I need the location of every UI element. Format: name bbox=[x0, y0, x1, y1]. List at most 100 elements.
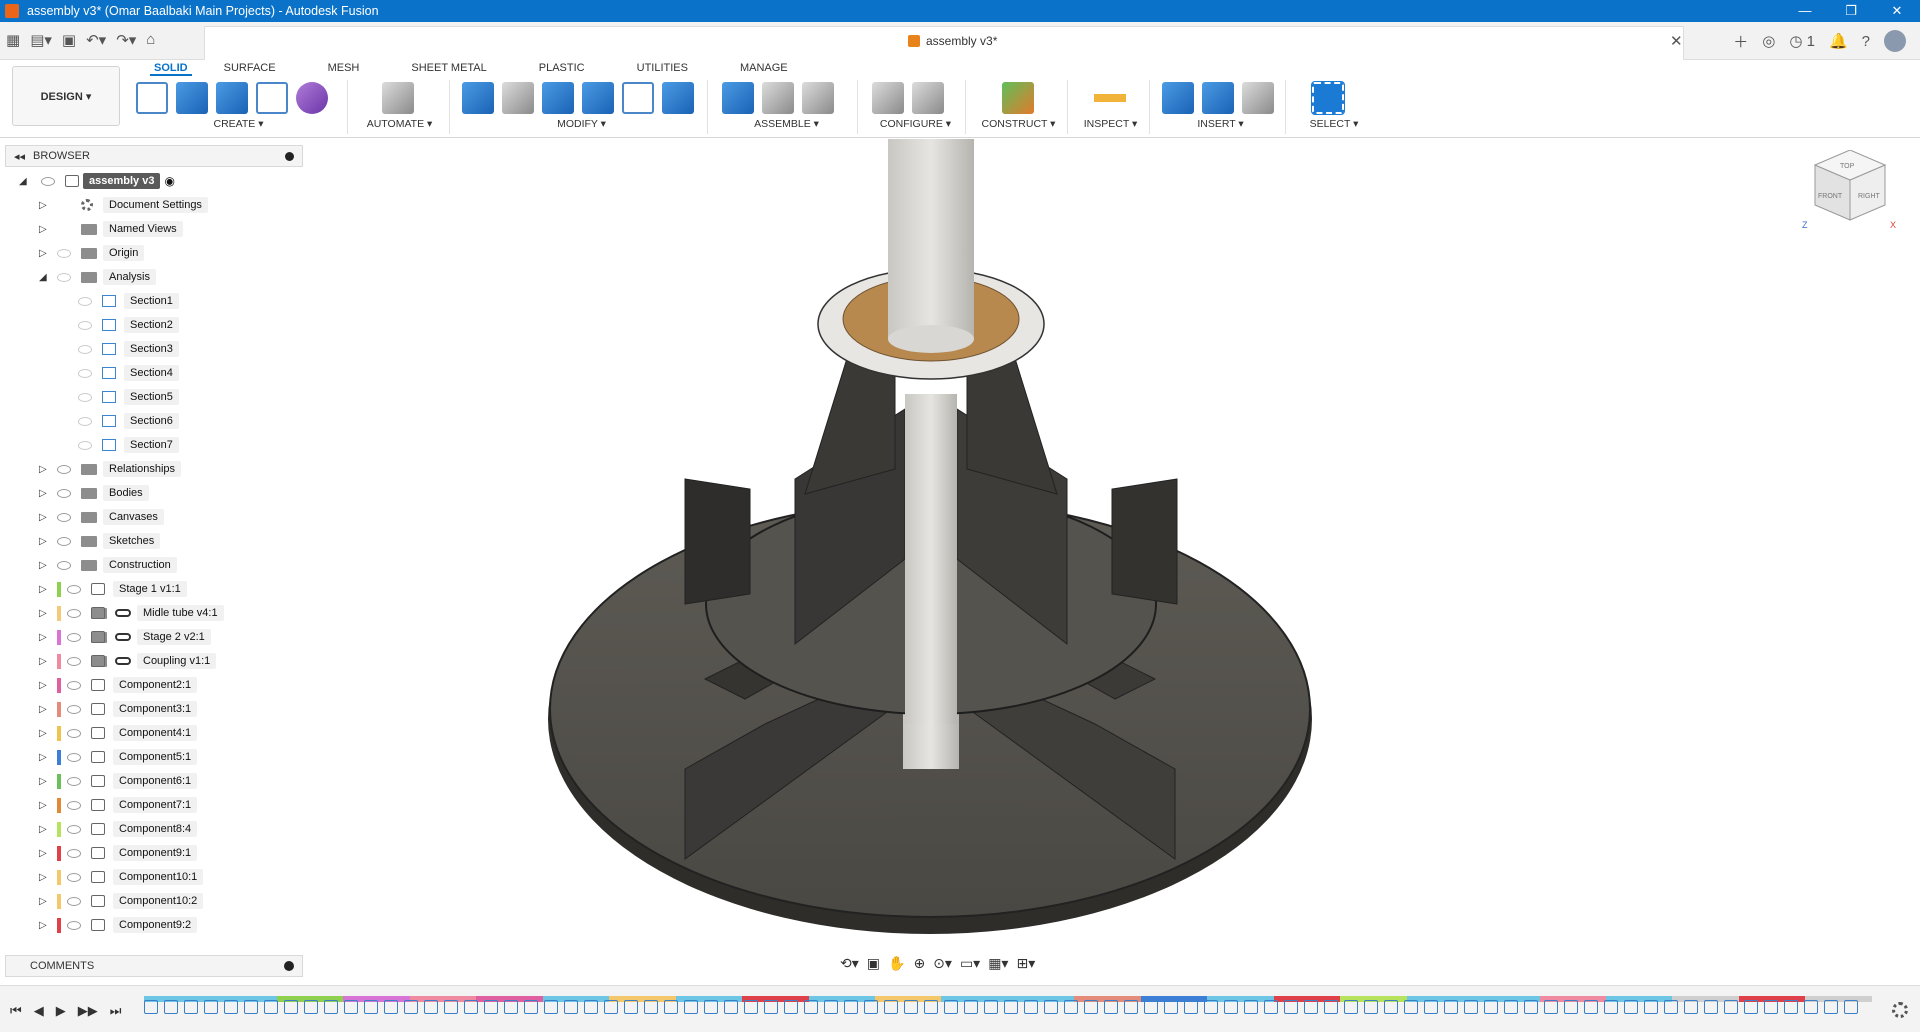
tab-plastic[interactable]: PLASTIC bbox=[535, 60, 589, 76]
timeline-feature-icon[interactable] bbox=[384, 1000, 398, 1014]
timeline-feature-icon[interactable] bbox=[1624, 1000, 1638, 1014]
visibility-eye-icon[interactable] bbox=[67, 608, 81, 618]
automate-icon[interactable] bbox=[382, 82, 414, 114]
select-menu[interactable]: SELECT ▾ bbox=[1290, 118, 1378, 130]
visibility-eye-icon[interactable] bbox=[57, 512, 71, 522]
timeline-feature-icon[interactable] bbox=[804, 1000, 818, 1014]
timeline-feature-icon[interactable] bbox=[644, 1000, 658, 1014]
press-pull-icon[interactable] bbox=[462, 82, 494, 114]
fillet-icon[interactable] bbox=[502, 82, 534, 114]
timeline-feature-icon[interactable] bbox=[1124, 1000, 1138, 1014]
home-icon[interactable]: ⌂ bbox=[146, 31, 155, 49]
timeline-feature-icon[interactable] bbox=[424, 1000, 438, 1014]
insert-mesh-icon[interactable] bbox=[1242, 82, 1274, 114]
expand-arrow-icon[interactable]: ◢ bbox=[39, 272, 47, 283]
timeline-feature-icon[interactable] bbox=[1464, 1000, 1478, 1014]
timeline-feature-icon[interactable] bbox=[1364, 1000, 1378, 1014]
timeline-feature-icon[interactable] bbox=[204, 1000, 218, 1014]
timeline-feature-icon[interactable] bbox=[624, 1000, 638, 1014]
visibility-eye-icon[interactable] bbox=[78, 368, 92, 378]
timeline-feature-icon[interactable] bbox=[504, 1000, 518, 1014]
save-icon[interactable]: ▣ bbox=[62, 31, 76, 49]
side-fin-right[interactable] bbox=[1111, 478, 1178, 605]
comments-panel[interactable]: COMMENTS bbox=[5, 955, 303, 977]
visibility-eye-icon[interactable] bbox=[67, 704, 81, 714]
timeline-feature-icon[interactable] bbox=[544, 1000, 558, 1014]
configuration-table-icon[interactable] bbox=[912, 82, 944, 114]
timeline-feature-icon[interactable] bbox=[1164, 1000, 1178, 1014]
timeline-feature-icon[interactable] bbox=[1084, 1000, 1098, 1014]
avatar[interactable] bbox=[1884, 30, 1906, 52]
visibility-eye-icon[interactable] bbox=[57, 248, 71, 258]
form-icon[interactable] bbox=[296, 82, 328, 114]
visibility-eye-icon[interactable] bbox=[67, 824, 81, 834]
timeline-feature-icon[interactable] bbox=[1104, 1000, 1118, 1014]
tab-solid[interactable]: SOLID bbox=[150, 60, 192, 76]
timeline-feature-icon[interactable] bbox=[1524, 1000, 1538, 1014]
timeline-feature-icon[interactable] bbox=[1564, 1000, 1578, 1014]
timeline-feature-icon[interactable] bbox=[344, 1000, 358, 1014]
fit-icon[interactable]: ⊙▾ bbox=[933, 955, 952, 972]
rectangular-pattern-icon[interactable] bbox=[256, 82, 288, 114]
timeline-feature-icon[interactable] bbox=[844, 1000, 858, 1014]
timeline-first-button[interactable]: ⏮ bbox=[10, 1003, 22, 1019]
scale-icon[interactable] bbox=[662, 82, 694, 114]
timeline-feature-icon[interactable] bbox=[944, 1000, 958, 1014]
expand-arrow-icon[interactable]: ▷ bbox=[39, 584, 47, 595]
timeline-play-button[interactable]: ▶ bbox=[56, 1003, 66, 1019]
timeline-feature-icon[interactable] bbox=[924, 1000, 938, 1014]
timeline-feature-icon[interactable] bbox=[704, 1000, 718, 1014]
timeline-feature-icon[interactable] bbox=[464, 1000, 478, 1014]
tab-mesh[interactable]: MESH bbox=[324, 60, 364, 76]
visibility-eye-icon[interactable] bbox=[67, 632, 81, 642]
expand-arrow-icon[interactable]: ▷ bbox=[39, 200, 47, 211]
construct-menu[interactable]: CONSTRUCT ▾ bbox=[970, 118, 1067, 130]
expand-arrow-icon[interactable]: ▷ bbox=[39, 512, 47, 523]
visibility-eye-icon[interactable] bbox=[78, 320, 92, 330]
timeline-prev-button[interactable]: ◀ bbox=[34, 1003, 44, 1019]
timeline-feature-icon[interactable] bbox=[884, 1000, 898, 1014]
visibility-eye-icon[interactable] bbox=[67, 584, 81, 594]
expand-arrow-icon[interactable]: ▷ bbox=[39, 776, 47, 787]
timeline-feature-icon[interactable] bbox=[1004, 1000, 1018, 1014]
expand-arrow-icon[interactable]: ▷ bbox=[39, 248, 47, 259]
timeline-feature-icon[interactable] bbox=[1264, 1000, 1278, 1014]
new-component-icon[interactable] bbox=[722, 82, 754, 114]
add-comment-icon[interactable] bbox=[284, 961, 294, 971]
timeline-feature-icon[interactable] bbox=[1504, 1000, 1518, 1014]
timeline-feature-icon[interactable] bbox=[1484, 1000, 1498, 1014]
timeline-last-button[interactable]: ⏭ bbox=[110, 1003, 122, 1019]
modify-menu[interactable]: MODIFY ▾ bbox=[456, 118, 707, 130]
timeline-feature-icon[interactable] bbox=[1304, 1000, 1318, 1014]
expand-arrow-icon[interactable]: ▷ bbox=[39, 464, 47, 475]
visibility-eye-icon[interactable] bbox=[67, 848, 81, 858]
pan-icon[interactable]: ✋ bbox=[888, 955, 905, 972]
timeline-feature-icon[interactable] bbox=[744, 1000, 758, 1014]
timeline-next-button[interactable]: ▶▶ bbox=[78, 1003, 98, 1019]
timeline-feature-icon[interactable] bbox=[1764, 1000, 1778, 1014]
timeline-feature-icon[interactable] bbox=[1144, 1000, 1158, 1014]
expand-arrow-icon[interactable]: ▷ bbox=[39, 920, 47, 931]
timeline-feature-icon[interactable] bbox=[524, 1000, 538, 1014]
expand-arrow-icon[interactable]: ▷ bbox=[39, 896, 47, 907]
timeline-feature-icon[interactable] bbox=[1424, 1000, 1438, 1014]
timeline-feature-icon[interactable] bbox=[264, 1000, 278, 1014]
browser-options-icon[interactable] bbox=[285, 151, 294, 161]
timeline-feature-icon[interactable] bbox=[144, 1000, 158, 1014]
visibility-eye-icon[interactable] bbox=[57, 488, 71, 498]
timeline-feature-icon[interactable] bbox=[604, 1000, 618, 1014]
timeline-feature-icon[interactable] bbox=[1344, 1000, 1358, 1014]
assemble-menu[interactable]: ASSEMBLE ▾ bbox=[716, 118, 857, 130]
redo-icon[interactable]: ↷▾ bbox=[116, 31, 136, 49]
look-at-icon[interactable]: ▣ bbox=[867, 955, 880, 972]
expand-arrow-icon[interactable]: ▷ bbox=[39, 872, 47, 883]
expand-arrow-icon[interactable]: ▷ bbox=[39, 632, 47, 643]
tab-manage[interactable]: MANAGE bbox=[736, 60, 792, 76]
shell-icon[interactable] bbox=[582, 82, 614, 114]
timeline-features[interactable] bbox=[144, 1000, 1872, 1020]
model-render[interactable] bbox=[305, 139, 1920, 981]
timeline-feature-icon[interactable] bbox=[184, 1000, 198, 1014]
chamfer-icon[interactable] bbox=[542, 82, 574, 114]
visibility-eye-icon[interactable] bbox=[78, 440, 92, 450]
orbit-icon[interactable]: ⟲▾ bbox=[840, 955, 859, 972]
